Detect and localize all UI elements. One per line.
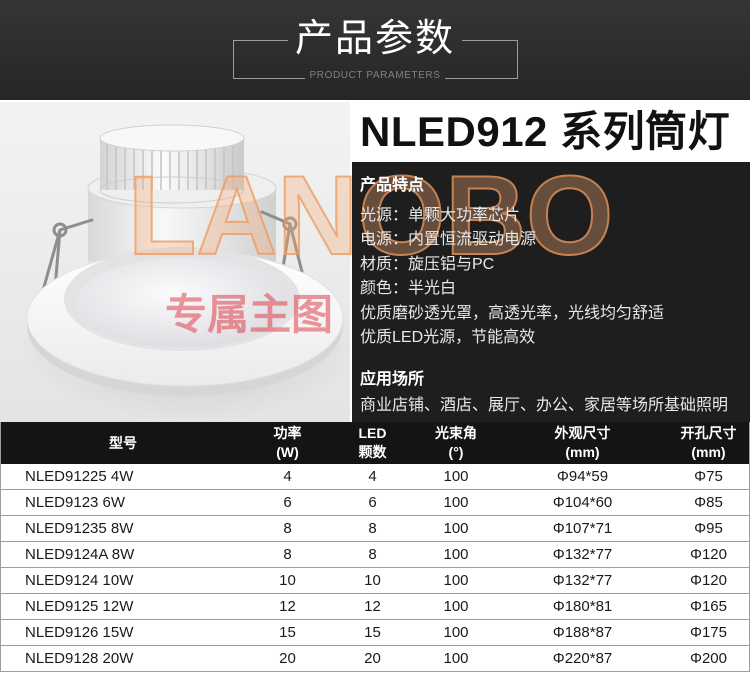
product-info-panel: 产品特点 光源：单颗大功率芯片 电源：内置恒流驱动电源 材质：旋压铝与PC 颜色… bbox=[352, 162, 750, 422]
header-dimensions: 外观尺寸 (mm) bbox=[497, 422, 668, 464]
cell-model: NLED9123 6W bbox=[25, 494, 126, 511]
cell-dimensions: Φ107*71 bbox=[552, 520, 613, 537]
diffuser-lens bbox=[76, 258, 288, 348]
cell-cutout: Φ165 bbox=[690, 598, 727, 615]
feature-item: 材质：旋压铝与PC bbox=[360, 255, 495, 273]
cell-led-count: 10 bbox=[364, 572, 381, 589]
features-list: 光源：单颗大功率芯片 电源：内置恒流驱动电源 材质：旋压铝与PC 颜色：半光白 … bbox=[360, 204, 664, 350]
bracket-left-top bbox=[233, 40, 288, 41]
header-cutout: 开孔尺寸 (mm) bbox=[668, 422, 749, 464]
cell-model: NLED9124A 8W bbox=[25, 546, 135, 563]
cell-power: 6 bbox=[283, 494, 292, 511]
header-power-unit: (W) bbox=[276, 444, 299, 460]
table-row: NLED9126 15W 15 15 100 Φ188*87 Φ175 bbox=[1, 620, 749, 646]
cell-power: 12 bbox=[279, 598, 296, 615]
cell-beam-angle: 100 bbox=[443, 624, 469, 641]
header-led-sub: 颗数 bbox=[358, 444, 387, 460]
feature-item: 光源：单颗大功率芯片 bbox=[360, 207, 521, 224]
feature-item: 电源：内置恒流驱动电源 bbox=[360, 231, 537, 249]
cell-power: 10 bbox=[279, 572, 296, 589]
header-beam-unit: (°) bbox=[448, 444, 464, 460]
cell-cutout: Φ75 bbox=[694, 468, 723, 485]
header-power: 功率 (W) bbox=[245, 422, 330, 464]
table-row: NLED9123 6W 6 6 100 Φ104*60 Φ85 bbox=[1, 490, 749, 516]
header-beam-label: 光束角 bbox=[435, 425, 477, 441]
page-subtitle: PRODUCT PARAMETERS bbox=[309, 70, 441, 81]
product-photo bbox=[0, 102, 350, 422]
cell-cutout: Φ120 bbox=[690, 572, 727, 589]
cell-model: NLED9126 15W bbox=[25, 624, 134, 641]
spec-table: 型号 功率 (W) LED 颗数 光束角 (°) 外观尺寸 (mm) 开孔尺寸 … bbox=[0, 422, 750, 672]
header-cutout-unit: (mm) bbox=[691, 444, 726, 460]
cell-power: 8 bbox=[283, 520, 292, 537]
cell-led-count: 20 bbox=[364, 650, 381, 667]
cell-cutout: Φ175 bbox=[690, 624, 727, 641]
cell-led-count: 12 bbox=[364, 598, 381, 615]
cell-beam-angle: 100 bbox=[443, 494, 469, 511]
cell-beam-angle: 100 bbox=[443, 650, 469, 667]
feature-item: 优质磨砂透光罩，高透光率，光线均匀舒适 bbox=[360, 304, 665, 322]
feature-item: 优质LED光源，节能高效 bbox=[360, 329, 536, 347]
cell-beam-angle: 100 bbox=[443, 546, 469, 563]
page-title: 产品参数 bbox=[294, 18, 455, 60]
cell-dimensions: Φ132*77 bbox=[552, 572, 613, 589]
header-led-label: LED bbox=[358, 425, 387, 441]
cell-led-count: 8 bbox=[368, 520, 377, 537]
cell-power: 15 bbox=[279, 624, 296, 641]
applications-text: 商业店铺、酒店、展厅、办公、家居等场所基础照明 bbox=[360, 397, 729, 414]
heatsink-top bbox=[99, 124, 245, 152]
cell-led-count: 4 bbox=[368, 468, 377, 485]
product-title: NLED912 系列筒灯 bbox=[360, 108, 731, 155]
cell-dimensions: Φ180*81 bbox=[552, 598, 613, 615]
header-model-label: 型号 bbox=[109, 434, 137, 451]
cell-beam-angle: 100 bbox=[443, 598, 469, 615]
table-row: NLED9124 10W 10 10 100 Φ132*77 Φ120 bbox=[1, 568, 749, 594]
table-row: NLED9124A 8W 8 8 100 Φ132*77 Φ120 bbox=[1, 542, 749, 568]
header-beam-angle: 光束角 (°) bbox=[415, 422, 497, 464]
cell-dimensions: Φ188*87 bbox=[552, 624, 613, 641]
table-row: NLED91225 4W 4 4 100 Φ94*59 Φ75 bbox=[1, 464, 749, 490]
cell-power: 4 bbox=[283, 468, 292, 485]
cell-dimensions: Φ104*60 bbox=[552, 494, 613, 511]
cell-model: NLED9124 10W bbox=[25, 572, 134, 589]
applications-heading: 应用场所 bbox=[360, 371, 425, 388]
header-power-label: 功率 bbox=[273, 425, 302, 441]
cell-cutout: Φ200 bbox=[690, 650, 727, 667]
cell-cutout: Φ95 bbox=[694, 520, 723, 537]
downlight-illustration bbox=[0, 102, 350, 422]
table-row: NLED9125 12W 12 12 100 Φ180*81 Φ165 bbox=[1, 594, 749, 620]
table-row: NLED9128 20W 20 20 100 Φ220*87 Φ200 bbox=[1, 646, 749, 672]
header-led-count: LED 颗数 bbox=[330, 422, 415, 464]
cell-led-count: 8 bbox=[368, 546, 377, 563]
cell-dimensions: Φ94*59 bbox=[556, 468, 609, 485]
cell-dimensions: Φ132*77 bbox=[552, 546, 613, 563]
feature-item: 颜色：半光白 bbox=[360, 280, 457, 298]
cell-model: NLED9125 12W bbox=[25, 598, 134, 615]
bracket-right-top bbox=[462, 40, 518, 41]
cell-cutout: Φ120 bbox=[690, 546, 727, 563]
cell-beam-angle: 100 bbox=[443, 572, 469, 589]
table-header-row: 型号 功率 (W) LED 颗数 光束角 (°) 外观尺寸 (mm) 开孔尺寸 … bbox=[1, 422, 749, 464]
page-header: 产品参数 PRODUCT PARAMETERS bbox=[0, 0, 750, 100]
product-title-box: NLED912 系列筒灯 bbox=[352, 102, 750, 162]
header-dimensions-label: 外观尺寸 bbox=[554, 425, 611, 441]
cell-power: 20 bbox=[279, 650, 296, 667]
cell-led-count: 15 bbox=[364, 624, 381, 641]
header-dimensions-unit: (mm) bbox=[565, 444, 600, 460]
cell-beam-angle: 100 bbox=[443, 468, 469, 485]
cell-model: NLED91225 4W bbox=[25, 468, 134, 485]
header-model: 型号 bbox=[1, 422, 245, 464]
cell-beam-angle: 100 bbox=[443, 520, 469, 537]
cell-power: 8 bbox=[283, 546, 292, 563]
cell-led-count: 6 bbox=[368, 494, 377, 511]
features-heading: 产品特点 bbox=[360, 177, 425, 194]
cell-model: NLED9128 20W bbox=[25, 650, 134, 667]
header-cutout-label: 开孔尺寸 bbox=[680, 425, 737, 441]
cell-dimensions: Φ220*87 bbox=[552, 650, 613, 667]
table-row: NLED91235 8W 8 8 100 Φ107*71 Φ95 bbox=[1, 516, 749, 542]
cell-cutout: Φ85 bbox=[694, 494, 723, 511]
cell-model: NLED91235 8W bbox=[25, 520, 134, 537]
